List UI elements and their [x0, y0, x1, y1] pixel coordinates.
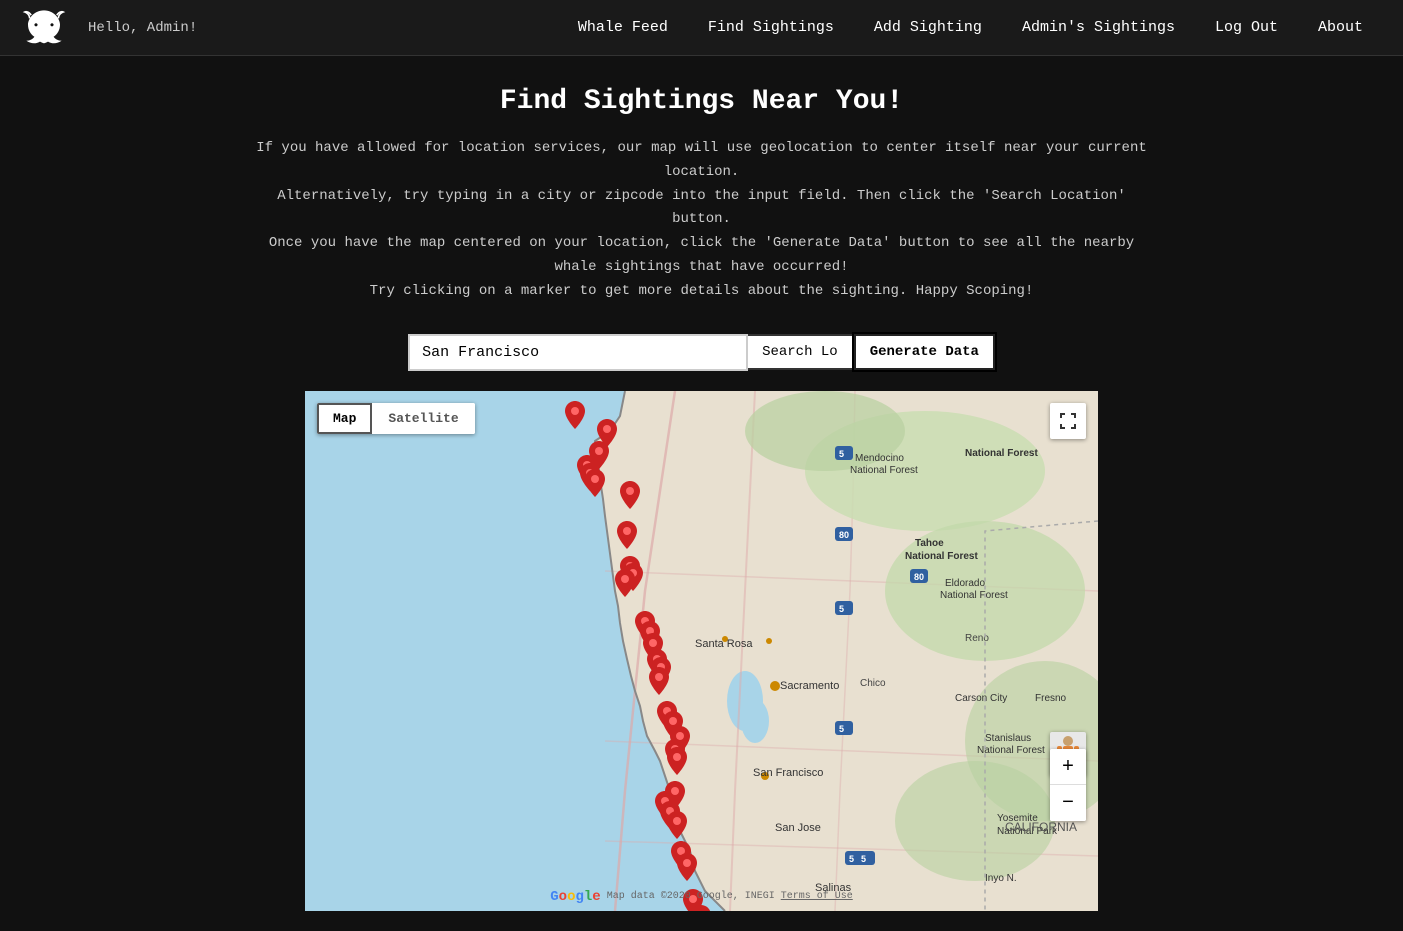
nav-add-sighting[interactable]: Add Sighting: [854, 0, 1002, 56]
search-bar: Search Lo Generate Data: [20, 334, 1383, 371]
map-marker[interactable]: [691, 905, 711, 911]
svg-text:80: 80: [839, 530, 849, 540]
svg-text:5: 5: [849, 854, 854, 864]
desc-line-1: If you have allowed for location service…: [252, 137, 1152, 185]
map-type-map-button[interactable]: Map: [317, 403, 372, 434]
svg-text:Carson City: Carson City: [955, 693, 1007, 704]
desc-line-4: Try clicking on a marker to get more det…: [252, 280, 1152, 304]
map-terms-link[interactable]: Terms of Use: [781, 891, 853, 902]
map-marker[interactable]: [667, 747, 687, 775]
svg-text:Chico: Chico: [860, 678, 886, 689]
svg-text:Stanislaus: Stanislaus: [985, 733, 1031, 744]
map-marker[interactable]: [565, 401, 585, 429]
svg-text:Inyo N.: Inyo N.: [985, 873, 1017, 884]
generate-data-button[interactable]: Generate Data: [854, 334, 995, 370]
map-attribution: Google Map data ©2020 Google, INEGI Term…: [550, 889, 852, 905]
desc-line-2: Alternatively, try typing in a city or z…: [252, 185, 1152, 233]
map-svg: Sacramento Santa Rosa San Francisco San …: [305, 391, 1098, 911]
map-fullscreen-button[interactable]: [1050, 403, 1086, 439]
svg-text:National Forest: National Forest: [965, 448, 1038, 459]
map-wrapper: Map Satellite + −: [305, 391, 1098, 911]
svg-text:Tahoe: Tahoe: [915, 538, 944, 549]
desc-line-3: Once you have the map centered on your l…: [252, 232, 1152, 280]
map-type-satellite-button[interactable]: Satellite: [372, 403, 474, 434]
search-input[interactable]: [408, 334, 748, 371]
map-marker[interactable]: [585, 469, 605, 497]
svg-text:National Forest: National Forest: [940, 590, 1008, 601]
svg-text:80: 80: [914, 572, 924, 582]
svg-text:Fresno: Fresno: [1035, 693, 1067, 704]
map-marker[interactable]: [617, 521, 637, 549]
map-marker[interactable]: [677, 853, 697, 881]
svg-text:CALIFORNIA: CALIFORNIA: [1005, 820, 1077, 834]
svg-text:Mendocino: Mendocino: [855, 453, 904, 464]
nav-links: Whale Feed Find Sightings Add Sighting A…: [558, 0, 1383, 56]
main-content: Find Sightings Near You! If you have all…: [0, 56, 1403, 931]
svg-text:Sacramento: Sacramento: [780, 680, 839, 692]
svg-text:5: 5: [861, 854, 866, 864]
svg-text:San Francisco: San Francisco: [753, 767, 823, 779]
map-marker[interactable]: [620, 481, 640, 509]
svg-text:National Forest: National Forest: [977, 745, 1045, 756]
map-marker[interactable]: [667, 811, 687, 839]
nav-about[interactable]: About: [1298, 0, 1383, 56]
nav-log-out[interactable]: Log Out: [1195, 0, 1298, 56]
search-location-button[interactable]: Search Lo: [748, 334, 854, 370]
map-marker[interactable]: [615, 569, 635, 597]
map-type-controls: Map Satellite: [317, 403, 475, 434]
svg-text:National Forest: National Forest: [850, 465, 918, 476]
svg-text:San Jose: San Jose: [775, 822, 821, 834]
map-marker[interactable]: [649, 667, 669, 695]
navbar: Hello, Admin! Whale Feed Find Sightings …: [0, 0, 1403, 56]
nav-admin-sightings[interactable]: Admin's Sightings: [1002, 0, 1195, 56]
page-title: Find Sightings Near You!: [20, 86, 1383, 117]
fullscreen-icon: [1059, 412, 1077, 430]
zoom-out-button[interactable]: −: [1050, 785, 1086, 821]
nav-greeting: Hello, Admin!: [88, 20, 197, 36]
logo-area: Hello, Admin!: [20, 4, 197, 52]
svg-text:5: 5: [839, 604, 844, 614]
page-description: If you have allowed for location service…: [252, 137, 1152, 304]
svg-text:5: 5: [839, 449, 844, 459]
nav-whale-feed[interactable]: Whale Feed: [558, 0, 688, 56]
zoom-in-button[interactable]: +: [1050, 749, 1086, 785]
svg-text:Santa Rosa: Santa Rosa: [695, 638, 753, 650]
svg-text:5: 5: [839, 724, 844, 734]
map-attribution-text: Map data ©2020 Google, INEGI: [607, 891, 775, 902]
nav-find-sightings[interactable]: Find Sightings: [688, 0, 854, 56]
map-display[interactable]: Sacramento Santa Rosa San Francisco San …: [305, 391, 1098, 911]
svg-text:National Forest: National Forest: [905, 551, 978, 562]
google-logo: Google: [550, 889, 600, 905]
svg-text:Eldorado: Eldorado: [945, 578, 985, 589]
whale-icon: [20, 4, 68, 52]
map-zoom-controls: + −: [1050, 749, 1086, 821]
